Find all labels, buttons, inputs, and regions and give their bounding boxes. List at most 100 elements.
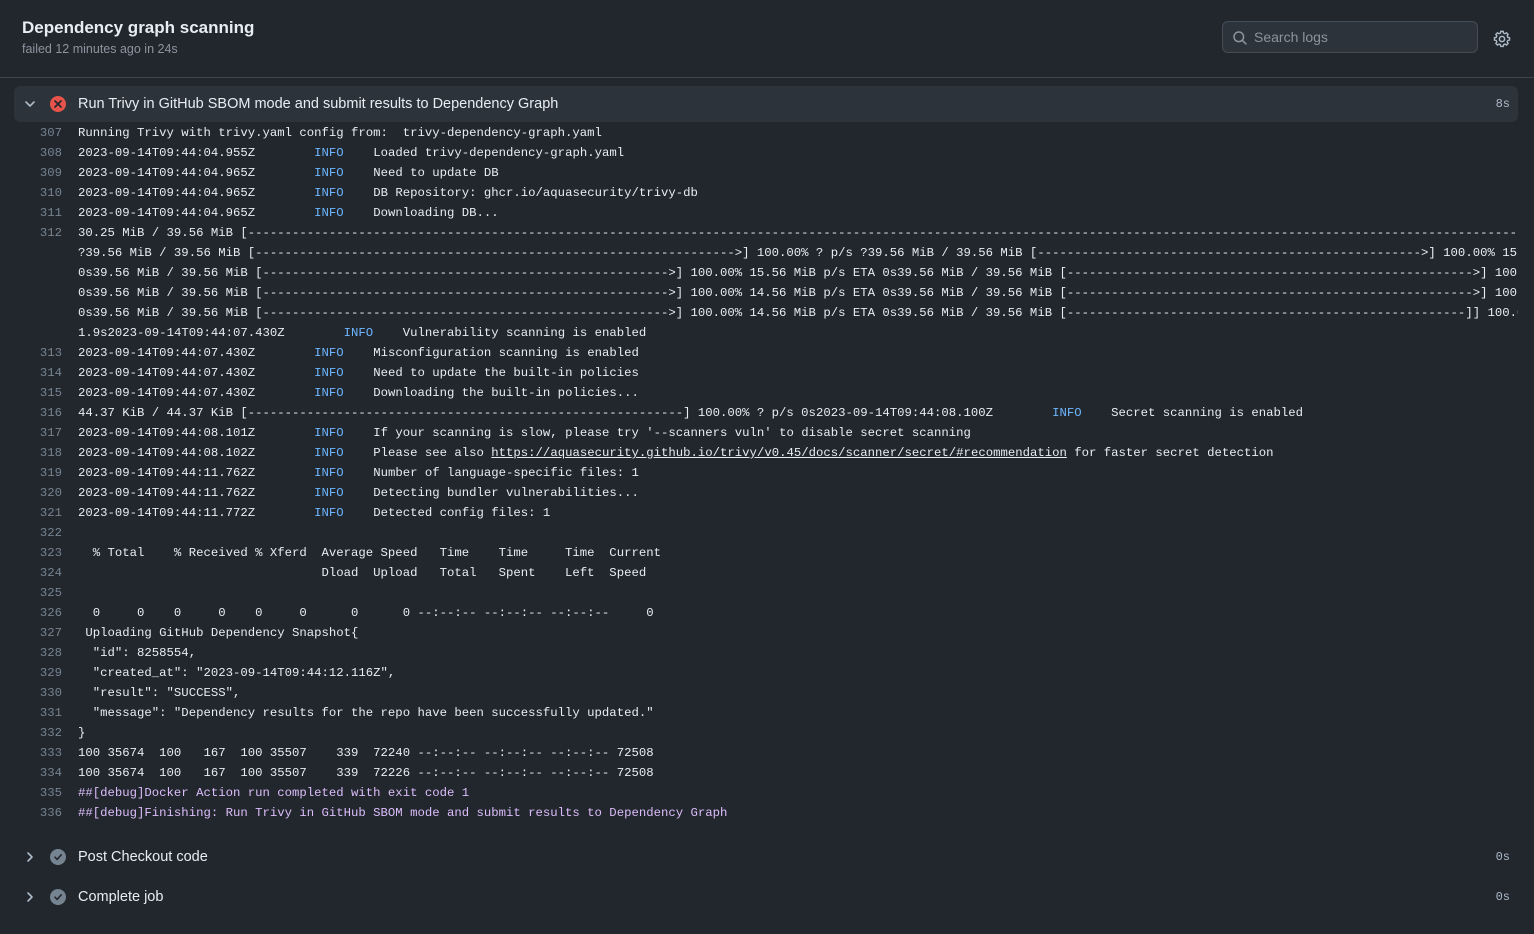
line-number: 313: [39, 346, 62, 360]
log-level: INFO: [314, 366, 344, 380]
chevron-right-icon[interactable]: [23, 850, 37, 864]
log-text: 0s39.56 MiB / 39.56 MiB [---------------…: [78, 306, 1518, 320]
line-number: 332: [39, 726, 62, 740]
line-number: 325: [39, 586, 62, 600]
log-text: % Total % Received % Xferd Average Speed…: [78, 546, 661, 560]
line-number: 336: [39, 806, 62, 820]
step-header-post-checkout[interactable]: Post Checkout code 0s: [14, 838, 1518, 874]
success-status-icon: [50, 889, 66, 905]
line-number: 320: [39, 486, 62, 500]
log-prefix: 44.37 KiB / 44.37 KiB [-----------------…: [78, 406, 816, 420]
log-message: Downloading DB...: [373, 206, 499, 220]
log-text: 2023-09-14T09:44:04.955Z INFO Loaded tri…: [78, 146, 624, 160]
step-label: Post Checkout code: [78, 849, 208, 865]
log-level: INFO: [314, 446, 344, 460]
line-number: 335: [39, 786, 62, 800]
log-text: }: [78, 726, 86, 740]
log-text: Dload Upload Total Spent Left Speed: [78, 566, 647, 580]
success-status-icon: [50, 849, 66, 865]
log-level: INFO: [314, 146, 344, 160]
line-number: 316: [39, 406, 62, 420]
line-number: 328: [39, 646, 62, 660]
log-link[interactable]: https://aquasecurity.github.io/trivy/v0.…: [491, 446, 1067, 460]
log-text: "created_at": "2023-09-14T09:44:12.116Z"…: [78, 666, 396, 680]
log-text: ##[debug]Finishing: Run Trivy in GitHub …: [78, 806, 728, 820]
log-text: 30.25 MiB / 39.56 MiB [-----------------…: [78, 226, 1518, 240]
log-level: INFO: [343, 326, 374, 340]
log-message: Loaded trivy-dependency-graph.yaml: [373, 146, 625, 160]
log-message: Downloading the built-in policies...: [373, 386, 639, 400]
log-timestamp: 2023-09-14T09:44:11.762Z: [78, 486, 315, 500]
log-text: 2023-09-14T09:44:11.762Z INFO Number of …: [78, 466, 639, 480]
log-prefix: 1.9s: [78, 326, 108, 340]
line-number: 311: [39, 206, 62, 220]
step-header-run-trivy[interactable]: Run Trivy in GitHub SBOM mode and submit…: [14, 86, 1518, 122]
page-title: Dependency graph scanning: [22, 18, 255, 37]
line-number: 324: [39, 566, 62, 580]
log-timestamp: 2023-09-14T09:44:07.430Z: [107, 326, 344, 340]
log-text: ##[debug]Docker Action run completed wit…: [78, 786, 470, 800]
line-number: 308: [39, 146, 62, 160]
log-text: 0 0 0 0 0 0 0 0 --:--:-- --:--:-- --:--:…: [78, 606, 654, 620]
log-level: INFO: [314, 506, 344, 520]
log-text: ?39.56 MiB / 39.56 MiB [----------------…: [78, 246, 1518, 260]
log-text: 100 35674 100 167 100 35507 339 72240 --…: [78, 746, 654, 760]
chevron-down-icon[interactable]: [23, 97, 37, 111]
job-status-text: failed 12 minutes ago in 24s: [22, 42, 178, 56]
log-message: If your scanning is slow, please try '--…: [373, 426, 971, 440]
line-number: 333: [39, 746, 62, 760]
log-text: 2023-09-14T09:44:04.965Z INFO Downloadin…: [78, 206, 499, 220]
log-level: INFO: [314, 386, 344, 400]
log-message: Misconfiguration scanning is enabled: [373, 346, 639, 360]
log-text: Running Trivy with trivy.yaml config fro…: [78, 126, 602, 140]
line-number: 314: [39, 366, 62, 380]
chevron-right-icon[interactable]: [23, 890, 37, 904]
log-level: INFO: [314, 206, 344, 220]
log-text: 2023-09-14T09:44:07.430Z INFO Downloadin…: [78, 386, 639, 400]
gear-icon[interactable]: [1492, 29, 1512, 49]
log-timestamp: 2023-09-14T09:44:07.430Z: [78, 366, 315, 380]
search-icon: [1233, 31, 1247, 45]
log-text: Uploading GitHub Dependency Snapshot{: [78, 626, 359, 640]
log-level: INFO: [314, 346, 344, 360]
log-output: 307 Running Trivy with trivy.yaml config …: [14, 124, 1518, 830]
search-logs-input[interactable]: Search logs: [1222, 21, 1478, 53]
log-message: Need to update DB: [373, 166, 499, 180]
log-text: 0s39.56 MiB / 39.56 MiB [---------------…: [78, 266, 1518, 280]
log-text: 1.9s2023-09-14T09:44:07.430Z INFO Vulner…: [78, 326, 646, 340]
log-timestamp: 2023-09-14T09:44:11.762Z: [78, 466, 315, 480]
line-number: 307: [39, 126, 62, 140]
log-text: 2023-09-14T09:44:08.102Z INFO Please see…: [78, 446, 1274, 460]
step-duration: 0s: [1495, 850, 1510, 864]
log-timestamp: 2023-09-14T09:44:04.965Z: [78, 206, 315, 220]
log-timestamp: 2023-09-14T09:44:04.965Z: [78, 186, 315, 200]
log-message: Need to update the built-in policies: [373, 366, 639, 380]
line-number: 319: [39, 466, 62, 480]
log-level: INFO: [314, 466, 344, 480]
search-placeholder: Search logs: [1254, 29, 1328, 45]
log-text: 2023-09-14T09:44:11.762Z INFO Detecting …: [78, 486, 639, 500]
log-text: "message": "Dependency results for the r…: [78, 706, 654, 720]
line-number: 334: [39, 766, 62, 780]
line-number: 323: [39, 546, 62, 560]
log-message: DB Repository: ghcr.io/aquasecurity/triv…: [373, 186, 698, 200]
log-text: 2023-09-14T09:44:04.965Z INFO DB Reposit…: [78, 186, 698, 200]
log-level: INFO: [314, 186, 344, 200]
line-number: 315: [39, 386, 62, 400]
log-text: 2023-09-14T09:44:07.430Z INFO Misconfigu…: [78, 346, 639, 360]
line-number: 312: [39, 226, 62, 240]
log-level: INFO: [1052, 406, 1082, 420]
log-text: 0s39.56 MiB / 39.56 MiB [---------------…: [78, 286, 1518, 300]
log-timestamp: 2023-09-14T09:44:07.430Z: [78, 346, 315, 360]
log-timestamp: 2023-09-14T09:44:08.100Z: [815, 406, 1053, 420]
step-duration: 0s: [1495, 890, 1510, 904]
line-number: 318: [39, 446, 62, 460]
job-header: Dependency graph scanning failed 12 minu…: [0, 0, 1534, 78]
log-message-tail: for faster secret detection: [1066, 446, 1274, 460]
log-message: Please see also: [373, 446, 492, 460]
log-timestamp: 2023-09-14T09:44:04.965Z: [78, 166, 315, 180]
line-number: 310: [39, 186, 62, 200]
log-message: Secret scanning is enabled: [1111, 406, 1304, 420]
step-header-complete-job[interactable]: Complete job 0s: [14, 878, 1518, 914]
line-number: 321: [39, 506, 62, 520]
